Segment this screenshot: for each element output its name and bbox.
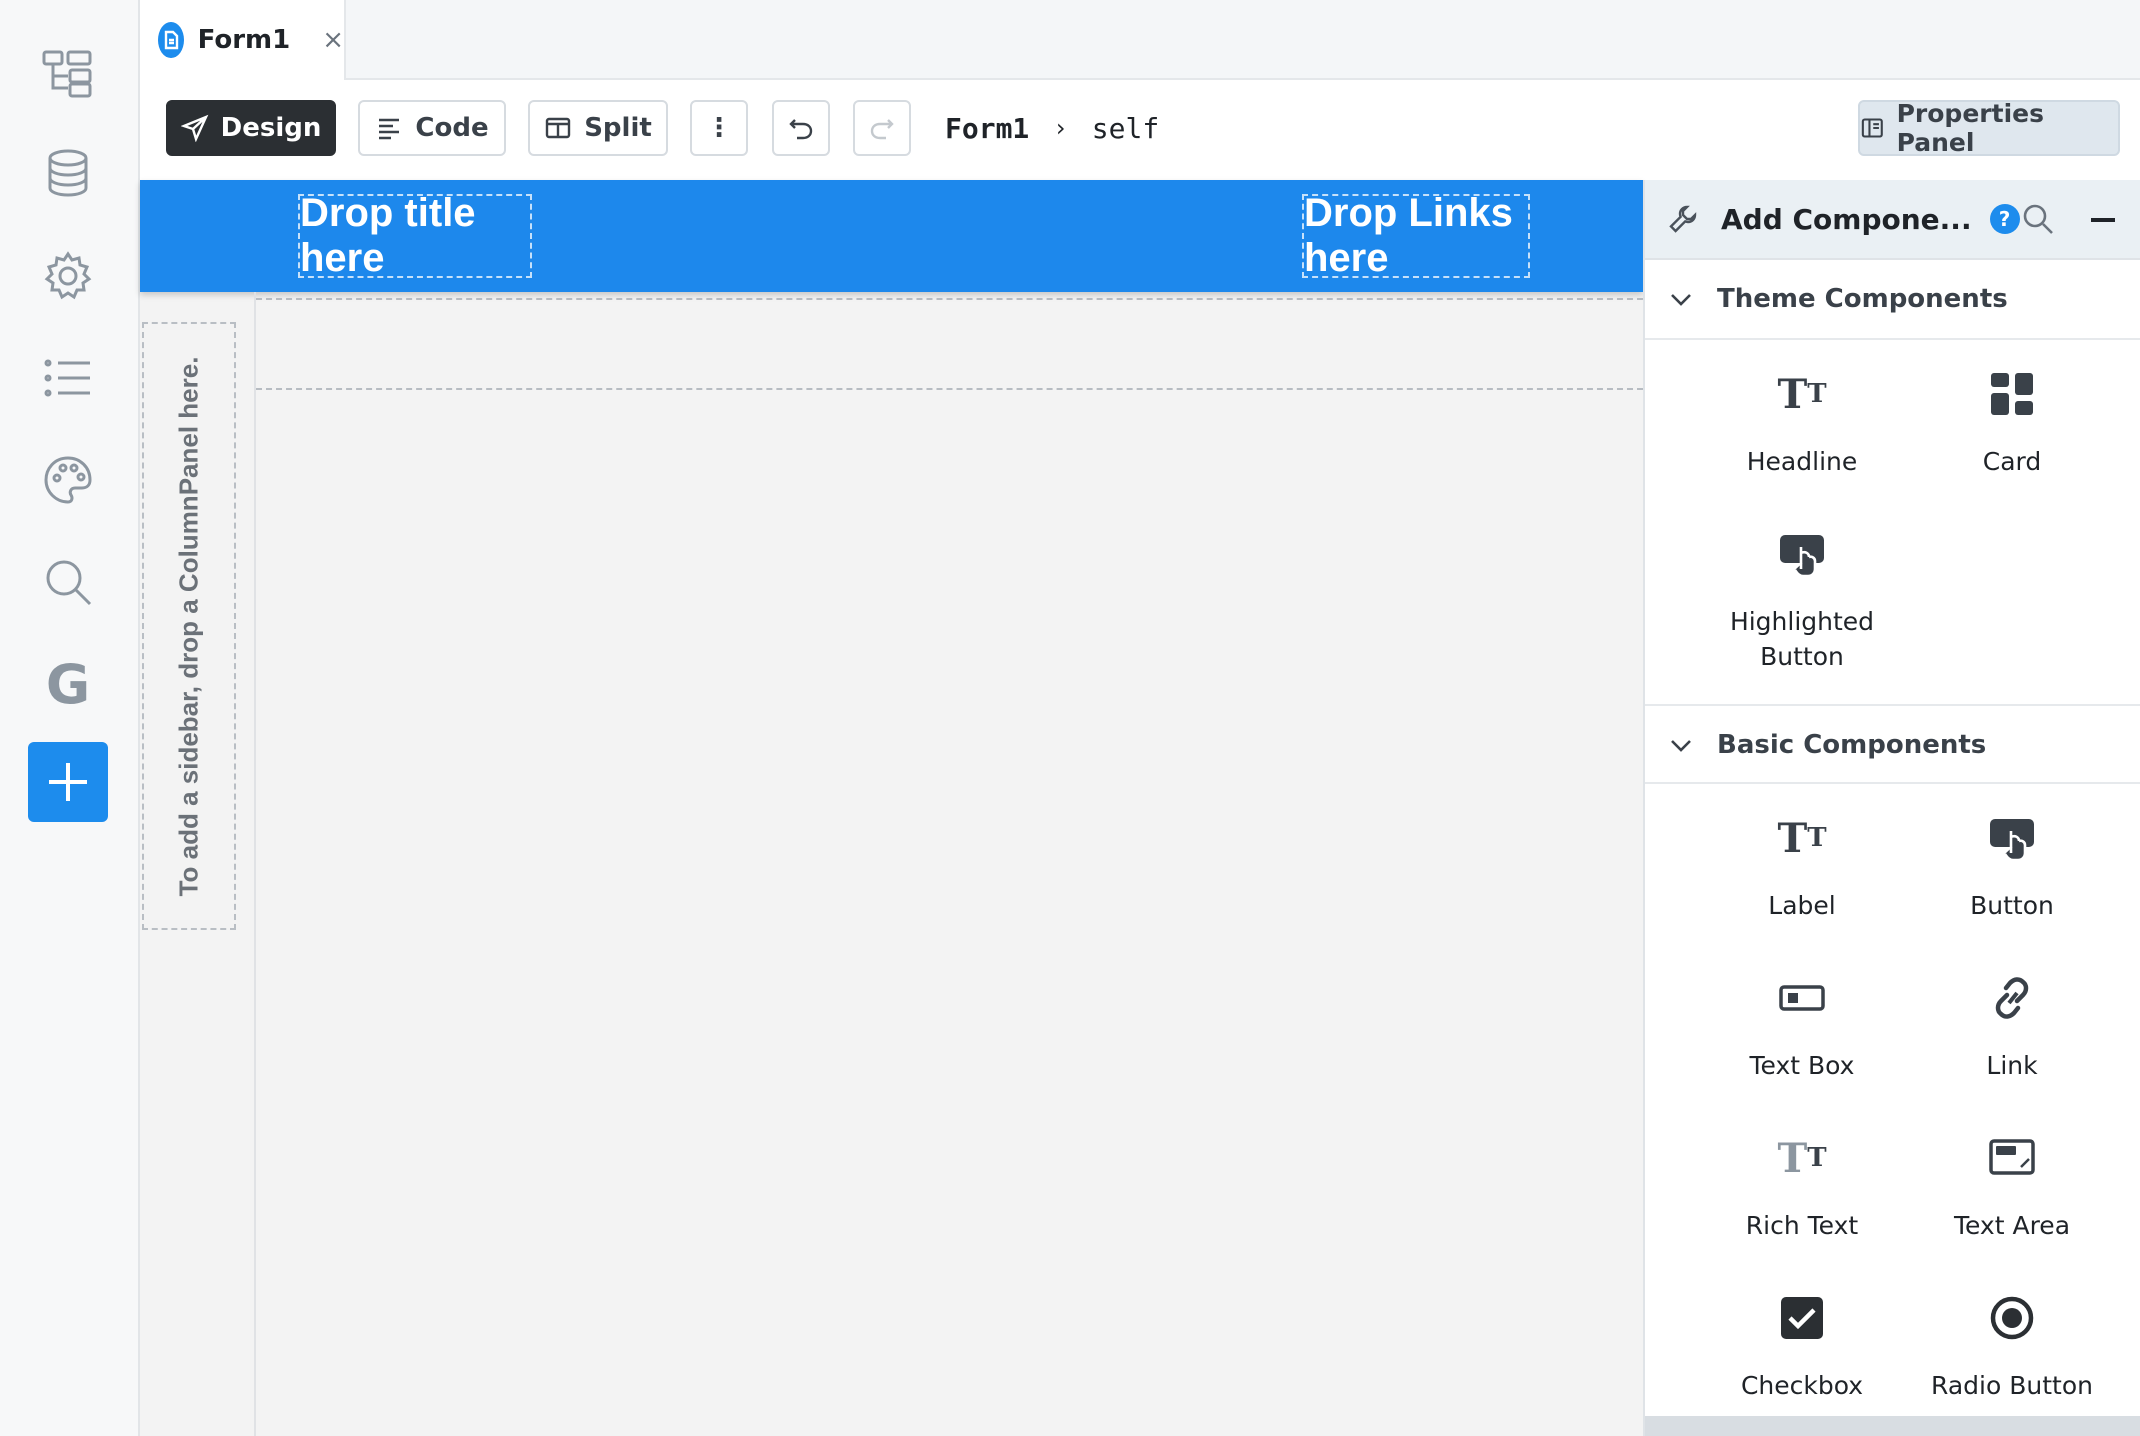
app-structure-icon[interactable] bbox=[28, 32, 108, 112]
send-icon bbox=[180, 114, 208, 142]
settings-gear-icon[interactable] bbox=[28, 236, 108, 316]
component-label-text: Text Area bbox=[1953, 1211, 2071, 1240]
radio-button-icon bbox=[1984, 1290, 2040, 1346]
component-radio-button[interactable]: Radio Button bbox=[1907, 1290, 2117, 1403]
split-view-icon bbox=[546, 117, 571, 139]
component-rich-text[interactable]: TT Rich Text bbox=[1697, 1130, 1907, 1243]
tab-form1[interactable]: Form1 × bbox=[140, 0, 346, 80]
component-label-text: Rich Text bbox=[1745, 1211, 1859, 1240]
button-click-icon bbox=[1774, 526, 1830, 582]
text-type-icon: TT bbox=[1777, 370, 1827, 418]
component-label-text: Label bbox=[1768, 891, 1836, 920]
split-button-label: Split bbox=[584, 113, 652, 143]
chevron-down-icon bbox=[1671, 740, 1691, 752]
component-label[interactable]: TT Label bbox=[1697, 810, 1907, 923]
basic-components-header[interactable]: Basic Components bbox=[1645, 706, 2140, 784]
google-g-icon[interactable]: G bbox=[28, 644, 108, 724]
component-highlighted-button[interactable]: Highlighted Button bbox=[1697, 526, 1907, 674]
add-components-panel: Add Compone... ? Theme Components TT Hea… bbox=[1643, 180, 2140, 1436]
theme-components-title: Theme Components bbox=[1717, 284, 2008, 314]
checkbox-checked-icon bbox=[1774, 1290, 1830, 1346]
design-canvas[interactable]: Drop title here Drop Links here To add a… bbox=[140, 180, 1643, 1436]
text-type-icon: TT bbox=[1777, 814, 1827, 862]
panel-title: Add Compone... bbox=[1721, 202, 1972, 236]
wrench-icon bbox=[1669, 205, 1697, 233]
section-divider bbox=[1645, 338, 2140, 340]
component-label-text: Text Box bbox=[1749, 1051, 1855, 1080]
component-label: Highlighted Button bbox=[1729, 607, 1875, 671]
component-link[interactable]: Link bbox=[1907, 970, 2117, 1083]
tab-label: Form1 bbox=[197, 25, 291, 55]
redo-button[interactable] bbox=[853, 100, 911, 156]
component-card[interactable]: Card bbox=[1907, 366, 2117, 479]
theme-components-header[interactable]: Theme Components bbox=[1645, 260, 2140, 338]
rich-text-icon: TT bbox=[1777, 1134, 1827, 1182]
component-label: Card bbox=[1982, 447, 2042, 476]
chevron-right-icon: › bbox=[1053, 114, 1068, 142]
editor-toolbar: Design Code Split ⋮ Form1 › self Propert… bbox=[140, 80, 2140, 180]
database-icon[interactable] bbox=[28, 134, 108, 214]
sidebar-hint-text: To add a sidebar, drop a ColumnPanel her… bbox=[173, 356, 204, 896]
form-file-icon bbox=[158, 22, 184, 58]
card-grid-icon bbox=[1984, 366, 2040, 422]
component-text-box[interactable]: Text Box bbox=[1697, 970, 1907, 1083]
content-slot[interactable] bbox=[256, 298, 1643, 390]
properties-panel-label: Properties Panel bbox=[1896, 99, 2044, 157]
more-options-button[interactable]: ⋮ bbox=[690, 100, 748, 156]
breadcrumb-self[interactable]: self bbox=[1092, 112, 1159, 145]
breadcrumb: Form1 › self bbox=[945, 100, 1159, 156]
close-icon[interactable]: × bbox=[322, 25, 344, 55]
drop-links-zone[interactable]: Drop Links here bbox=[1302, 191, 1530, 280]
left-icon-rail: G bbox=[0, 0, 140, 1436]
redo-icon bbox=[870, 119, 894, 140]
section-divider bbox=[1645, 782, 2140, 784]
link-chain-icon bbox=[1984, 970, 2040, 1026]
canvas-divider bbox=[254, 292, 256, 1436]
component-button[interactable]: Button bbox=[1907, 810, 2117, 923]
basic-components-title: Basic Components bbox=[1717, 730, 1987, 760]
component-label: Headline bbox=[1746, 447, 1858, 476]
list-icon[interactable] bbox=[28, 338, 108, 418]
properties-panel-button[interactable]: Properties Panel bbox=[1858, 99, 2120, 157]
component-headline[interactable]: TT Headline bbox=[1697, 366, 1907, 479]
breadcrumb-form[interactable]: Form1 bbox=[945, 112, 1029, 145]
component-text-area[interactable]: Text Area bbox=[1907, 1130, 2117, 1243]
sidebar-drop-zone[interactable]: To add a sidebar, drop a ColumnPanel her… bbox=[142, 322, 236, 930]
button-click-icon bbox=[1984, 810, 2040, 866]
tab-bar: Form1 × bbox=[140, 0, 2140, 80]
design-button-label: Design bbox=[220, 113, 322, 143]
undo-button[interactable] bbox=[772, 100, 830, 156]
component-label-text: Link bbox=[1986, 1051, 2038, 1080]
theme-palette-icon[interactable] bbox=[28, 440, 108, 520]
undo-icon bbox=[789, 119, 813, 140]
code-button[interactable]: Code bbox=[358, 100, 506, 156]
design-button[interactable]: Design bbox=[166, 100, 336, 156]
drop-title-zone[interactable]: Drop title here bbox=[298, 191, 532, 280]
panel-scroll-edge bbox=[1645, 1416, 2140, 1436]
search-icon[interactable] bbox=[28, 542, 108, 622]
app-header-bar: Drop title here Drop Links here bbox=[140, 180, 1643, 292]
component-checkbox[interactable]: Checkbox bbox=[1697, 1290, 1907, 1403]
text-area-icon bbox=[1984, 1130, 2040, 1186]
text-box-icon bbox=[1774, 970, 1830, 1026]
more-vertical-icon: ⋮ bbox=[706, 113, 732, 143]
minimize-icon[interactable] bbox=[2091, 218, 2115, 222]
code-lines-icon bbox=[379, 118, 400, 140]
help-icon[interactable]: ? bbox=[1989, 204, 2020, 234]
panel-header: Add Compone... ? bbox=[1645, 180, 2140, 260]
component-label-text: Checkbox bbox=[1740, 1371, 1864, 1400]
component-label-text: Radio Button bbox=[1931, 1371, 2093, 1400]
search-icon[interactable] bbox=[2021, 202, 2055, 236]
chevron-down-icon bbox=[1671, 294, 1691, 306]
add-plus-icon[interactable] bbox=[28, 742, 108, 822]
code-button-label: Code bbox=[415, 113, 489, 143]
component-label-text: Button bbox=[1970, 891, 2054, 920]
panel-layout-icon bbox=[1861, 118, 1883, 138]
split-button[interactable]: Split bbox=[528, 100, 668, 156]
